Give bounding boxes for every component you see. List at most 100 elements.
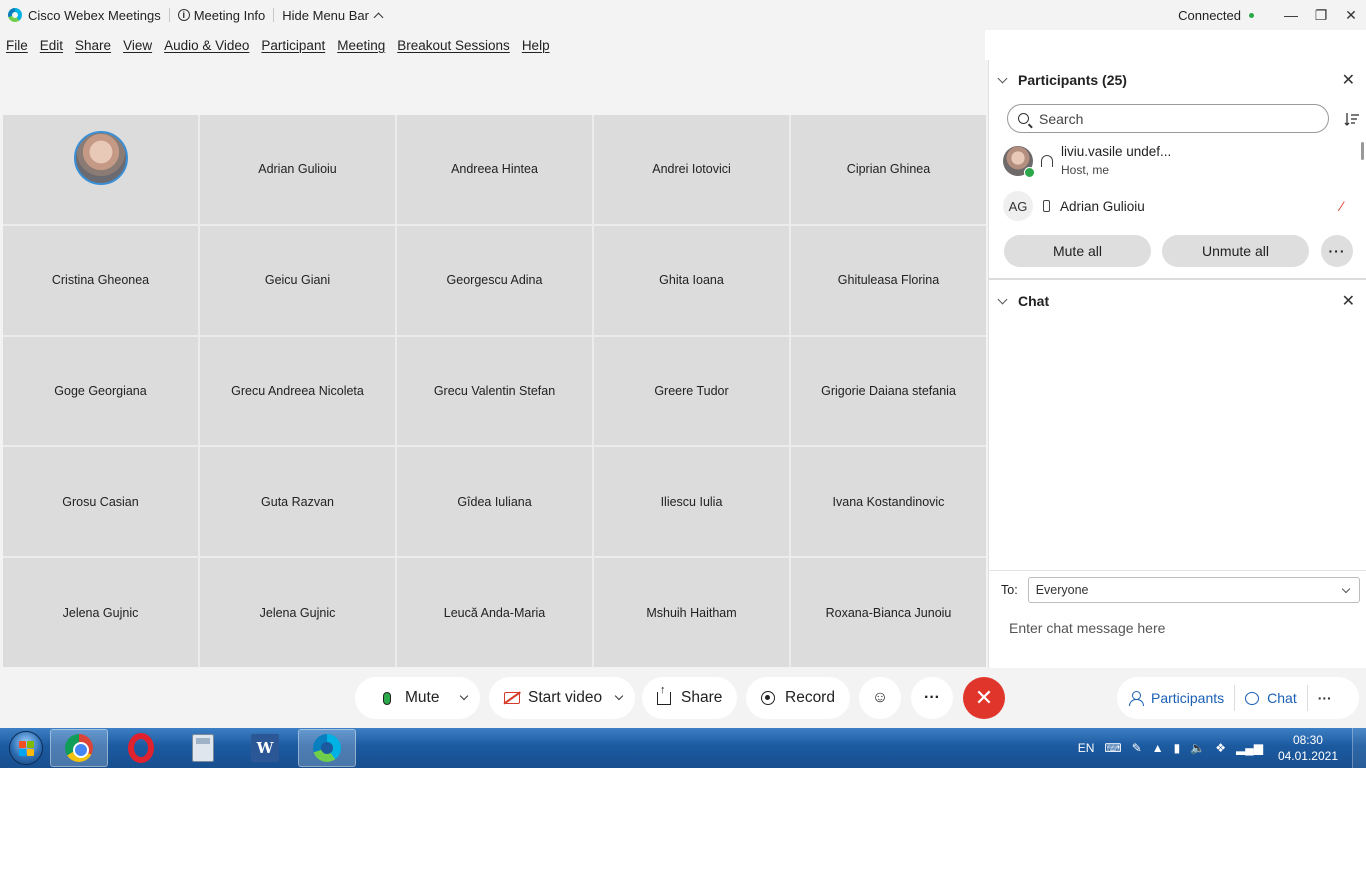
participant-tile[interactable]: Mshuih Haitham	[594, 558, 789, 667]
more-options-button[interactable]: ···	[911, 677, 953, 719]
participant-tile-self[interactable]	[3, 115, 198, 224]
chevron-up-icon	[373, 12, 384, 22]
chevron-down-icon[interactable]	[460, 691, 469, 701]
recipient-select[interactable]: Everyone	[1027, 576, 1360, 603]
keyboard-icon[interactable]: ⌨	[1104, 741, 1121, 755]
participant-tile[interactable]: Jelena Gujnic	[3, 558, 198, 667]
menu-audio-video[interactable]: Audio & Video	[164, 38, 249, 53]
taskbar-webex[interactable]	[298, 729, 356, 767]
unmute-all-button[interactable]: Unmute all	[1162, 235, 1309, 267]
minimize-button[interactable]: —	[1276, 0, 1306, 30]
close-participants-icon[interactable]: ✕	[1342, 70, 1355, 90]
taskbar-chrome[interactable]	[50, 729, 108, 767]
menu-meeting[interactable]: Meeting	[337, 38, 385, 53]
reactions-button[interactable]: ☺	[859, 677, 901, 719]
chevron-down-icon[interactable]	[614, 691, 624, 701]
menu-file[interactable]: File	[6, 38, 28, 53]
participant-tile[interactable]: Jelena Gujnic	[200, 558, 395, 667]
mute-button[interactable]: Mute	[355, 677, 480, 719]
show-desktop-button[interactable]	[1352, 728, 1366, 768]
participants-header[interactable]: Participants (25) ✕	[989, 60, 1366, 100]
title-separator	[273, 8, 275, 22]
participant-tile[interactable]: Ghita Ioana	[594, 225, 789, 335]
chat-toggle-button[interactable]: Chat	[1245, 690, 1297, 706]
menu-help[interactable]: Help	[522, 38, 550, 53]
participant-tile[interactable]: Iliescu Iulia	[594, 447, 789, 557]
sort-icon[interactable]	[1344, 111, 1360, 127]
participant-search-input[interactable]: Search	[1007, 104, 1329, 133]
participant-tile[interactable]: Georgescu Adina	[397, 225, 592, 335]
participant-tile[interactable]: Cristina Gheonea	[3, 225, 198, 335]
taskbar-opera[interactable]	[112, 729, 170, 767]
language-indicator[interactable]: EN	[1078, 741, 1095, 755]
participant-row[interactable]: AG Adrian Gulioiu ⁄	[1003, 191, 1353, 221]
participant-tile[interactable]: Grecu Andreea Nicoleta	[200, 336, 395, 446]
show-hidden-icons-icon[interactable]: ▲	[1152, 741, 1164, 755]
participants-more-button[interactable]: ···	[1321, 235, 1353, 267]
participant-tile[interactable]: Ghituleasa Florina	[791, 225, 986, 335]
clock[interactable]: 08:30 04.01.2021	[1278, 732, 1338, 764]
app-title: Cisco Webex Meetings	[28, 7, 161, 23]
participant-tile[interactable]: Geicu Giani	[200, 225, 395, 335]
dropbox-icon[interactable]: ❖	[1215, 741, 1226, 755]
start-video-button[interactable]: Start video	[489, 677, 635, 719]
meeting-info-button[interactable]: i Meeting Info	[177, 8, 265, 23]
mute-all-button[interactable]: Mute all	[1004, 235, 1151, 267]
participant-tile[interactable]: Grecu Valentin Stefan	[397, 336, 592, 446]
start-button[interactable]	[6, 728, 46, 768]
mic-muted-icon[interactable]: ⁄	[1341, 198, 1343, 214]
participant-tile[interactable]: Andrei Iotovici	[594, 115, 789, 224]
participant-tile[interactable]: Goge Georgiana	[3, 336, 198, 446]
panel-more-button[interactable]: ···	[1318, 690, 1332, 706]
participant-tile[interactable]: Grigorie Daiana stefania	[791, 336, 986, 446]
menu-breakout-sessions[interactable]: Breakout Sessions	[397, 38, 510, 53]
participants-toggle-button[interactable]: Participants	[1129, 690, 1224, 706]
menu-share[interactable]: Share	[75, 38, 111, 53]
device-icon[interactable]: ▮	[1174, 741, 1181, 755]
close-chat-icon[interactable]: ✕	[1342, 291, 1355, 311]
participant-tile[interactable]: Gîdea Iuliana	[397, 447, 592, 557]
menu-participant[interactable]: Participant	[261, 38, 325, 53]
participant-tile[interactable]: Adrian Gulioiu	[200, 115, 395, 224]
headset-icon	[1041, 154, 1053, 167]
participant-tile[interactable]: Guta Razvan	[200, 447, 395, 557]
host-avatar	[73, 131, 128, 186]
menu-view[interactable]: View	[123, 38, 152, 53]
close-window-button[interactable]: ✕	[1336, 0, 1366, 30]
search-placeholder: Search	[1039, 110, 1084, 127]
panel-toggle-group: Participants Chat ···	[1117, 677, 1359, 719]
hide-menu-bar-button[interactable]: Hide Menu Bar	[282, 7, 384, 23]
record-icon	[761, 691, 775, 705]
participant-tile[interactable]: Ciprian Ghinea	[791, 115, 986, 224]
participant-tile[interactable]: Leucă Anda-Maria	[397, 558, 592, 667]
chevron-down-icon[interactable]	[997, 73, 1008, 83]
share-icon	[657, 684, 671, 705]
taskbar-calculator[interactable]	[174, 729, 232, 767]
panel-divider	[989, 278, 1366, 280]
participant-tile[interactable]: Grosu Casian	[3, 447, 198, 557]
participant-tile[interactable]: Greere Tudor	[594, 336, 789, 446]
volume-icon[interactable]: 🔈	[1190, 741, 1205, 755]
network-signal-icon[interactable]: ▂▄▆	[1236, 741, 1263, 755]
participant-name: Adrian Gulioiu	[1060, 198, 1145, 214]
participants-scrollbar[interactable]	[1361, 142, 1364, 160]
participant-tile[interactable]: Ivana Kostandinovic	[791, 447, 986, 557]
menu-edit[interactable]: Edit	[40, 38, 63, 53]
hide-menu-bar-label: Hide Menu Bar	[282, 7, 369, 23]
participant-tile[interactable]: Andreea Hintea	[397, 115, 592, 224]
share-button[interactable]: Share	[642, 677, 737, 719]
taskbar-word[interactable]: W	[236, 729, 294, 767]
end-meeting-button[interactable]: ✕	[963, 677, 1005, 719]
chat-toggle-label: Chat	[1267, 690, 1297, 706]
chat-message-input[interactable]: Enter chat message here	[1009, 620, 1165, 636]
record-button[interactable]: Record	[746, 677, 850, 719]
chevron-down-icon[interactable]	[997, 294, 1008, 304]
chat-header[interactable]: Chat ✕	[989, 281, 1366, 321]
start-video-label: Start video	[528, 689, 603, 706]
host-name: liviu.vasile undef...	[1061, 144, 1172, 159]
restore-button[interactable]: ❐	[1306, 0, 1336, 30]
share-label: Share	[681, 689, 723, 706]
participant-tile[interactable]: Roxana-Bianca Junoiu	[791, 558, 986, 667]
participant-row-host[interactable]: liviu.vasile undef... Host, me	[1003, 144, 1353, 178]
pen-icon[interactable]: ✎	[1132, 741, 1142, 755]
